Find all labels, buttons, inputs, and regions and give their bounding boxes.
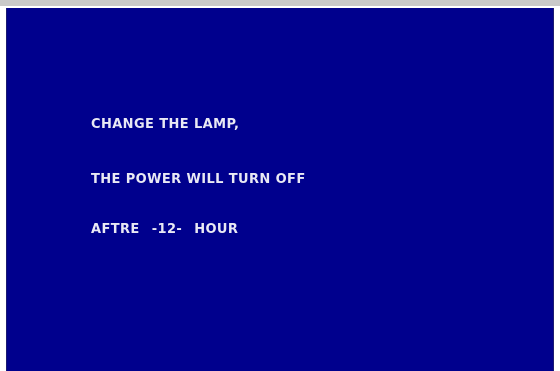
countdown-unit: HOUR — [194, 222, 239, 237]
top-bezel-edge — [0, 0, 560, 6]
display-frame: CHANGE THE LAMP, THE POWER WILL TURN OFF… — [0, 0, 560, 371]
countdown-line: AFTRE -12- HOUR — [91, 222, 238, 238]
lamp-warning-line: CHANGE THE LAMP, — [91, 117, 240, 132]
countdown-hours-value: -12- — [151, 222, 183, 237]
countdown-prefix: AFTRE — [91, 222, 140, 237]
osd-screen: CHANGE THE LAMP, THE POWER WILL TURN OFF… — [6, 8, 554, 371]
power-off-warning-line: THE POWER WILL TURN OFF — [91, 172, 306, 187]
